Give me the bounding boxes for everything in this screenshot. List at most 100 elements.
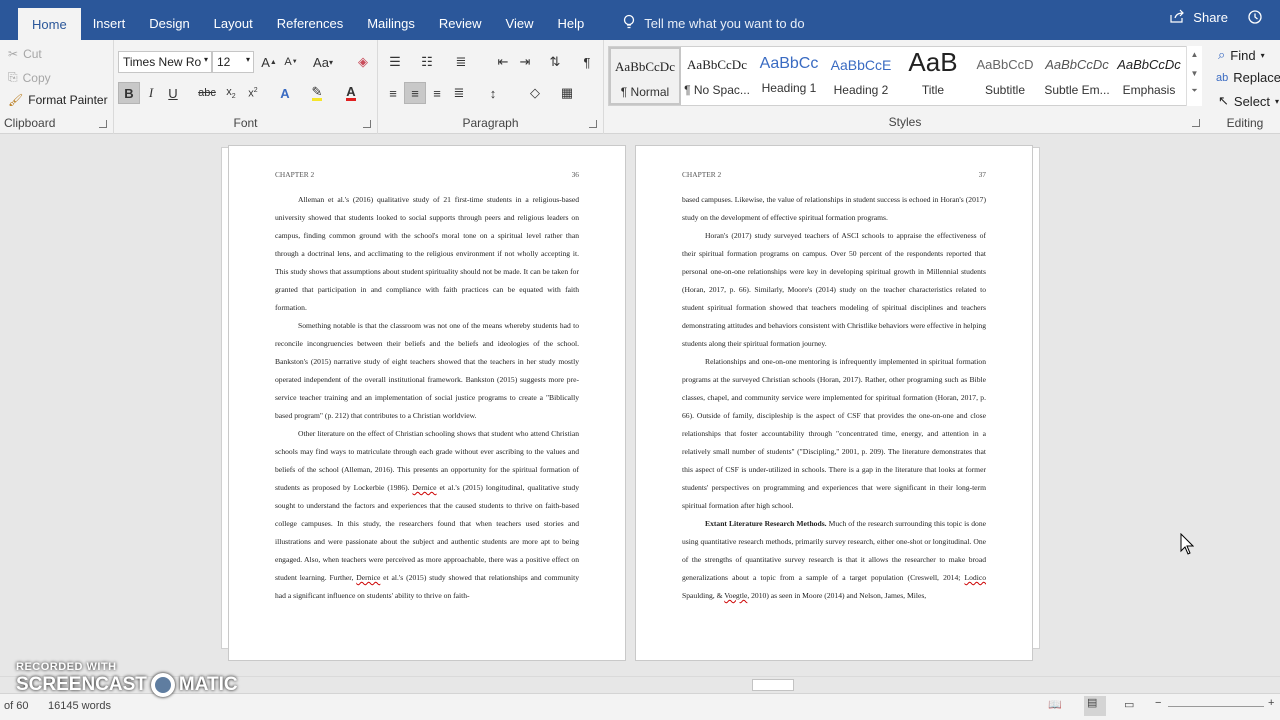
page-count[interactable]: of 60 bbox=[4, 700, 28, 712]
history-icon[interactable] bbox=[1246, 9, 1264, 28]
bold-button[interactable]: B bbox=[118, 82, 140, 104]
justify-icon[interactable]: ≣ bbox=[448, 82, 470, 104]
styles-scroll[interactable]: ▲ ▼ ⏷ bbox=[1186, 46, 1202, 106]
style-heading-1[interactable]: AaBbCc Heading 1 bbox=[753, 47, 825, 105]
style-preview: AaBbCcDc bbox=[1045, 57, 1109, 72]
style-subtitle[interactable]: AaBbCcD Subtitle bbox=[969, 47, 1041, 105]
web-layout-icon[interactable]: ▭ bbox=[1124, 698, 1134, 711]
scrollbar-thumb[interactable] bbox=[752, 679, 794, 691]
font-name-field[interactable]: Times New Ro ▾ bbox=[118, 51, 212, 73]
sort-icon[interactable]: ⇅ bbox=[544, 51, 566, 73]
superscript-button[interactable]: x2 bbox=[242, 82, 264, 104]
paragraph: Extant Literature Research Methods. Much… bbox=[682, 515, 986, 605]
style-normal[interactable]: AaBbCcDc ¶ Normal bbox=[609, 47, 681, 105]
share-button[interactable]: Share bbox=[1169, 9, 1228, 26]
paragraph-group: ☰ ☷ ≣ ⇤ ⇥ ⇅ ¶ ≡ ≡ ≡ ≣ ↕ ◇ ▦ Paragraph bbox=[378, 40, 604, 134]
align-center-icon[interactable]: ≡ bbox=[404, 82, 426, 104]
line-spacing-icon[interactable]: ↕ bbox=[482, 82, 504, 104]
tab-layout[interactable]: Layout bbox=[202, 8, 265, 38]
misspelled-word[interactable]: Dernice bbox=[413, 483, 437, 492]
page-37[interactable]: CHAPTER 2 37 based campuses. Likewise, th… bbox=[635, 145, 1033, 661]
misspelled-word[interactable]: Voegtle bbox=[724, 591, 747, 600]
style-title[interactable]: AaB Title bbox=[897, 47, 969, 105]
tell-me-box[interactable]: Tell me what you want to do bbox=[622, 8, 805, 38]
numbering-icon[interactable]: ☷ bbox=[416, 51, 438, 73]
font-launcher-icon[interactable] bbox=[363, 120, 371, 128]
cut-button[interactable]: ✂ Cut bbox=[8, 47, 42, 61]
tab-view[interactable]: View bbox=[494, 8, 546, 38]
styles-launcher-icon[interactable] bbox=[1192, 119, 1200, 127]
clear-formatting-icon[interactable]: ◈ bbox=[352, 51, 374, 73]
screencast-logo-icon bbox=[150, 673, 175, 697]
page-36[interactable]: CHAPTER 2 36 Alleman et al.'s (2016) qual… bbox=[228, 145, 626, 661]
style-emphasis[interactable]: AaBbCcDc Emphasis bbox=[1113, 47, 1185, 105]
style-no-spacing[interactable]: AaBbCcDc ¶ No Spac... bbox=[681, 47, 753, 105]
misspelled-word[interactable]: Lodico bbox=[964, 573, 986, 582]
grow-font-button[interactable]: A ▲ bbox=[258, 51, 280, 73]
tab-references[interactable]: References bbox=[265, 8, 355, 38]
tab-design[interactable]: Design bbox=[137, 8, 201, 38]
paragraph-launcher-icon[interactable] bbox=[589, 120, 597, 128]
align-right-icon[interactable]: ≡ bbox=[426, 82, 448, 104]
editing-group: ⌕ Find ▾ ab Replace ↖ Select ▾ Editing bbox=[1210, 40, 1280, 134]
style-preview: AaBbCcD bbox=[976, 57, 1034, 72]
decrease-indent-icon[interactable]: ⇤ bbox=[492, 51, 514, 73]
text-effects-icon[interactable]: A bbox=[274, 82, 296, 104]
font-group: Times New Ro ▾ 12 ▾ A ▲ A ▼ Aa ▾ ◈ B I U abc … bbox=[114, 40, 378, 134]
text-run: , 2010) as seen in Moore (2014) and Nels… bbox=[747, 591, 927, 600]
chevron-down-icon: ▾ bbox=[203, 55, 208, 64]
strikethrough-button[interactable]: abc bbox=[196, 82, 218, 104]
change-case-button[interactable]: Aa ▾ bbox=[308, 51, 338, 73]
document-area[interactable]: CHAPTER 2 36 Alleman et al.'s (2016) qual… bbox=[0, 135, 1280, 685]
font-size-field[interactable]: 12 ▾ bbox=[212, 51, 254, 73]
word-count[interactable]: 16145 words bbox=[48, 700, 111, 712]
read-mode-icon[interactable]: 📖 bbox=[1048, 698, 1062, 711]
style-subtle-emphasis[interactable]: AaBbCcDc Subtle Em... bbox=[1041, 47, 1113, 105]
shading-icon[interactable]: ◇ bbox=[524, 82, 546, 104]
grow-font-icon: A bbox=[261, 54, 270, 70]
style-preview: AaBbCcE bbox=[830, 57, 892, 73]
tab-mailings[interactable]: Mailings bbox=[355, 8, 427, 38]
increase-indent-icon[interactable]: ⇥ bbox=[514, 51, 536, 73]
clipboard-launcher-icon[interactable] bbox=[99, 120, 107, 128]
replace-label: Replace bbox=[1233, 70, 1280, 85]
italic-button[interactable]: I bbox=[140, 82, 162, 104]
zoom-slider[interactable] bbox=[1168, 706, 1264, 707]
tell-me-text: Tell me what you want to do bbox=[644, 15, 805, 31]
tab-help[interactable]: Help bbox=[545, 8, 596, 38]
shrink-font-button[interactable]: A ▼ bbox=[280, 51, 302, 73]
show-formatting-button[interactable]: ¶ bbox=[576, 51, 598, 73]
font-name-value: Times New Ro bbox=[123, 55, 202, 69]
misspelled-word[interactable]: Dernice bbox=[356, 573, 380, 582]
style-heading-2[interactable]: AaBbCcE Heading 2 bbox=[825, 47, 897, 105]
styles-more-icon[interactable]: ⏷ bbox=[1187, 86, 1202, 96]
print-layout-icon[interactable]: ▤ bbox=[1084, 696, 1106, 716]
bold-icon: B bbox=[124, 85, 134, 101]
page-shadow-right bbox=[1032, 147, 1040, 649]
find-button[interactable]: ⌕ Find ▾ bbox=[1218, 47, 1265, 63]
bullets-icon[interactable]: ☰ bbox=[384, 51, 406, 73]
tab-review[interactable]: Review bbox=[427, 8, 494, 38]
chevron-up-icon[interactable]: ▲ bbox=[1187, 50, 1202, 59]
highlight-color-icon[interactable]: ✎ bbox=[306, 82, 328, 104]
tab-home[interactable]: Home bbox=[18, 8, 81, 40]
select-button[interactable]: ↖ Select ▾ bbox=[1218, 93, 1279, 109]
font-color-icon[interactable]: A bbox=[340, 82, 362, 104]
zoom-out-icon[interactable]: − bbox=[1155, 697, 1161, 709]
format-painter-button[interactable]: 🖌 Format Painter bbox=[8, 93, 108, 107]
paragraph: Other literature on the effect of Christ… bbox=[275, 425, 579, 605]
copy-button[interactable]: ⎘ Copy bbox=[8, 70, 51, 85]
subscript-button[interactable]: x2 bbox=[220, 82, 242, 104]
align-left-icon[interactable]: ≡ bbox=[382, 82, 404, 104]
tab-insert[interactable]: Insert bbox=[81, 8, 138, 38]
chevron-down-icon[interactable]: ▼ bbox=[1187, 69, 1202, 78]
multilevel-list-icon[interactable]: ≣ bbox=[450, 51, 472, 73]
borders-icon[interactable]: ▦ bbox=[556, 82, 578, 104]
style-preview: AaBbCcDc bbox=[1117, 57, 1181, 72]
underline-button[interactable]: U bbox=[162, 82, 184, 104]
style-preview: AaBbCcDc bbox=[615, 59, 675, 74]
replace-button[interactable]: ab Replace bbox=[1216, 70, 1280, 85]
zoom-in-icon[interactable]: + bbox=[1268, 697, 1274, 709]
text-run: et al.'s (2015) longitudinal, qualitativ… bbox=[275, 483, 579, 582]
text-run: Spaulding, & bbox=[682, 591, 725, 600]
